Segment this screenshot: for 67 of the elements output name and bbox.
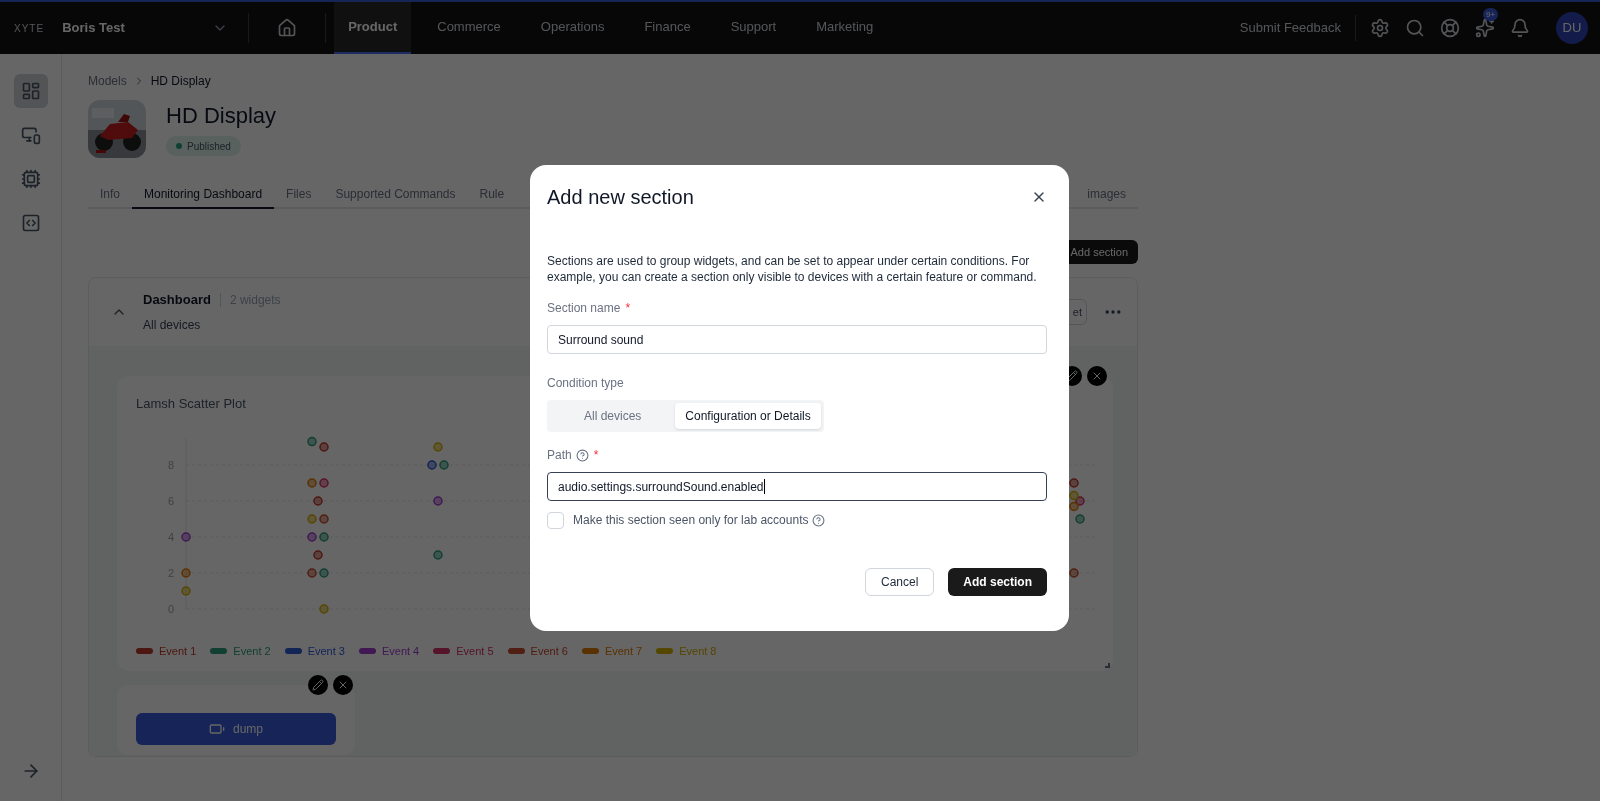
checkbox-label: Make this section seen only for lab accounts — [573, 512, 809, 529]
breadcrumb-current: HD Display — [150, 73, 211, 90]
tab[interactable]: Files — [274, 181, 324, 209]
dashboard-icon — [20, 81, 41, 101]
legend-label: Event 7 — [604, 643, 643, 659]
notification-badge: 9+ — [1483, 8, 1499, 21]
settings-icon[interactable] — [1370, 18, 1390, 38]
command-button[interactable]: dump — [136, 713, 336, 745]
tab[interactable]: Info — [88, 181, 132, 209]
legend-label: Event 4 — [381, 643, 420, 659]
remove-button[interactable] — [333, 675, 353, 695]
nav-tab[interactable]: Finance — [630, 2, 705, 54]
legend-label: Event 2 — [233, 643, 271, 659]
legend-label: Event 5 — [456, 643, 494, 659]
legend-label: Event 3 — [307, 643, 345, 659]
search-icon[interactable] — [1405, 18, 1425, 38]
segment-option[interactable]: All devices — [550, 403, 676, 429]
logo: XYTE — [14, 21, 45, 36]
help-icon[interactable] — [812, 513, 826, 527]
add-section-button[interactable]: Add section — [948, 568, 1047, 596]
nav-tab[interactable]: Product — [334, 2, 412, 54]
close-icon — [1091, 370, 1103, 382]
home-icon[interactable] — [277, 18, 298, 38]
required-mark: * — [593, 447, 599, 464]
section-name-field[interactable]: Surround sound — [547, 325, 1047, 354]
status-badge: Published — [166, 136, 241, 156]
section-title: Dashboard — [143, 291, 211, 310]
page-title: HD Display — [166, 102, 277, 130]
code-icon — [20, 213, 41, 233]
checkbox[interactable] — [547, 511, 564, 529]
nav-tab[interactable]: Marketing — [802, 2, 888, 54]
devices-icon — [20, 125, 41, 145]
legend-label: Event 8 — [679, 643, 717, 659]
rail-item[interactable] — [13, 74, 48, 108]
user-avatar[interactable]: DU — [1556, 12, 1588, 44]
legend-label: Event 1 — [159, 643, 197, 659]
segment-option[interactable]: Configuration or Details — [675, 403, 821, 429]
lifebuoy-icon[interactable] — [1440, 18, 1460, 38]
workspace-name[interactable]: Boris Test — [62, 18, 213, 38]
chart-title: Lamsh Scatter Plot — [136, 395, 247, 413]
tab[interactable]: Monitoring Dashboard — [132, 181, 275, 209]
legend-label: Event 6 — [530, 643, 568, 659]
section-condition: All devices — [143, 316, 202, 334]
breadcrumb-link[interactable]: Models — [88, 72, 127, 90]
battery-icon — [209, 721, 225, 737]
cancel-button[interactable]: Cancel — [864, 568, 935, 596]
tab[interactable]: Rule — [467, 181, 517, 209]
nav-tab[interactable]: Support — [716, 2, 791, 54]
nav-tab[interactable]: Commerce — [423, 2, 515, 54]
required-mark: * — [625, 300, 631, 317]
dialog-description: Sections are used to group widgets, and can be set to appear under certain conditions. For example, you can create a section only visible to devices with a certain feature or command. — [547, 253, 1038, 285]
help-icon[interactable] — [575, 448, 589, 462]
close-icon — [337, 679, 349, 691]
sparkles-icon[interactable] — [1475, 18, 1495, 38]
remove-button[interactable] — [1087, 366, 1107, 386]
pencil-icon — [312, 679, 324, 691]
field-label: Section name — [547, 300, 621, 317]
bell-icon[interactable] — [1510, 18, 1530, 38]
field-label: Path — [547, 447, 572, 464]
path-field[interactable]: audio.settings.surroundSound.enabled — [547, 472, 1047, 501]
dialog-title: Add new section — [547, 185, 694, 210]
tab[interactable]: Supported Commands — [323, 181, 468, 209]
nav-tab[interactable]: Operations — [526, 2, 619, 54]
tab[interactable]: images — [1075, 181, 1138, 207]
feedback-link[interactable]: Submit Feedback — [1239, 18, 1341, 38]
chip-icon — [20, 169, 41, 189]
field-label: Condition type — [547, 375, 625, 392]
